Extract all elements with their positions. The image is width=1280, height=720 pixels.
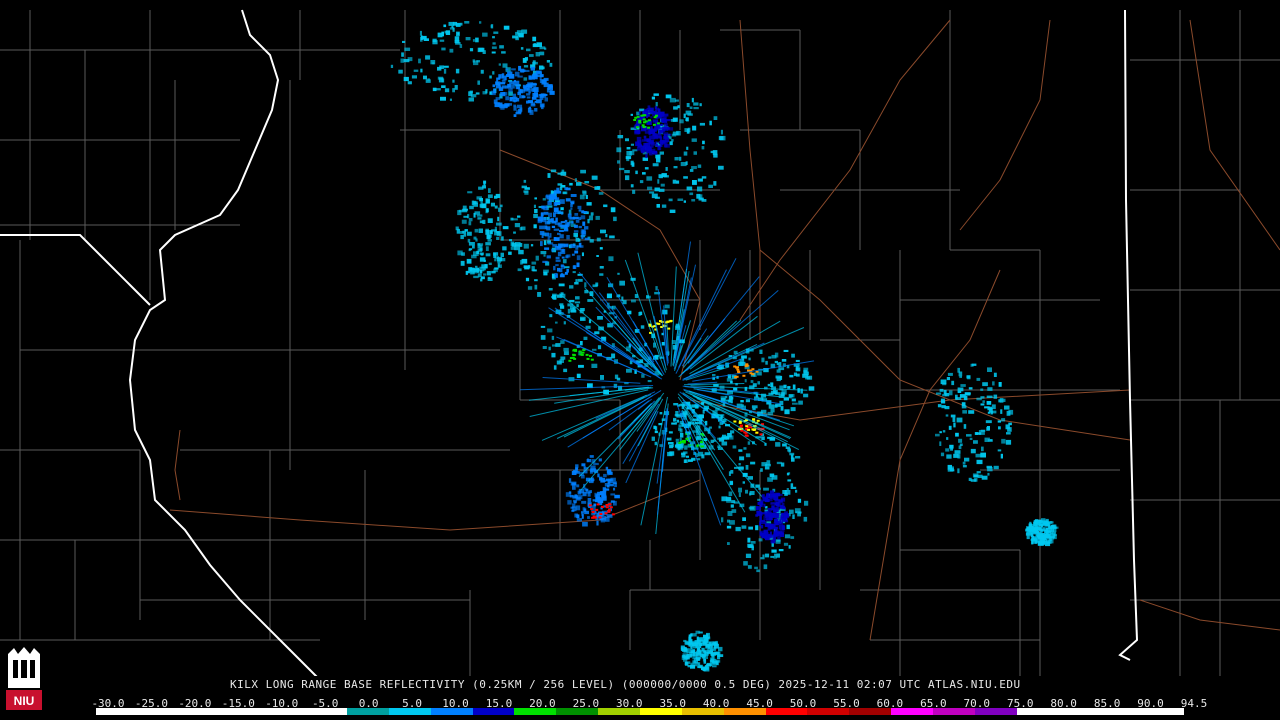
colorbar-segment	[681, 708, 724, 715]
colorbar-segment	[347, 708, 389, 715]
colorbar-segment	[891, 708, 933, 715]
radar-echoes	[390, 21, 1059, 672]
colorbar	[96, 708, 1184, 715]
product-caption: KILX LONG RANGE BASE REFLECTIVITY (0.25K…	[230, 678, 1021, 691]
colorbar-segment	[1100, 708, 1143, 715]
colorbar-segment	[388, 708, 431, 715]
colorbar-segment	[932, 708, 975, 715]
radar-map	[0, 9, 1280, 720]
colorbar-segment	[430, 708, 473, 715]
colorbar-segment	[639, 708, 682, 715]
colorbar-segment	[723, 708, 766, 715]
colorbar-segment	[598, 708, 640, 715]
colorbar-segment	[305, 708, 348, 715]
colorbar-segment	[807, 708, 850, 715]
colorbar-segment	[556, 708, 599, 715]
colorbar-tick: 94.5	[1180, 697, 1208, 710]
colorbar-segment	[849, 708, 892, 715]
colorbar-segment	[1058, 708, 1101, 715]
niu-logo-text: NIU	[14, 694, 35, 708]
colorbar-segment	[179, 708, 222, 715]
colorbar-segment	[1142, 708, 1184, 715]
niu-logo: NIU	[6, 647, 42, 710]
colorbar-segment	[472, 708, 515, 715]
colorbar-segment	[514, 708, 557, 715]
highways	[169, 19, 1280, 641]
colorbar-segment	[137, 708, 180, 715]
colorbar-segment	[263, 708, 306, 715]
colorbar-segment	[974, 708, 1017, 715]
colorbar-segment	[221, 708, 264, 715]
colorbar-segment	[765, 708, 808, 715]
colorbar-segment	[96, 708, 138, 715]
colorbar-segment	[1016, 708, 1059, 715]
